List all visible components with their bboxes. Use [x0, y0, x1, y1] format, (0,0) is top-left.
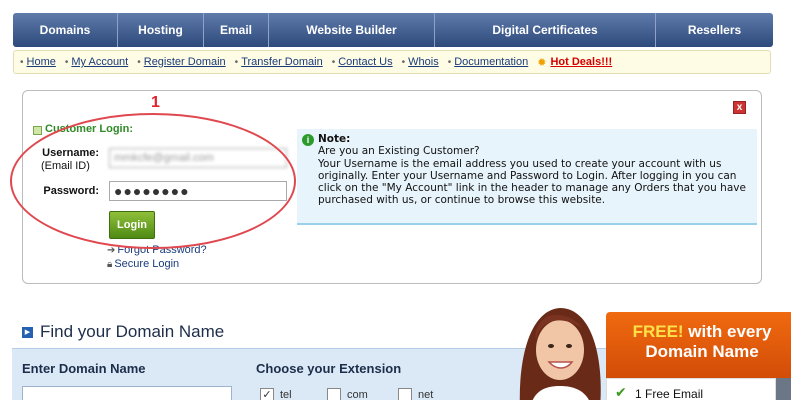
subnav-link-whois[interactable]: Whois: [408, 56, 439, 68]
subnav-link-home[interactable]: Home: [27, 56, 56, 68]
username-sublabel: (Email ID): [41, 160, 90, 172]
extension-option-tel[interactable]: ✓ tel: [260, 388, 292, 400]
login-panel: x Customer Login: Username: (Email ID) m…: [22, 90, 762, 284]
promo-side-tab: [776, 378, 791, 400]
promo-card: ✔ 1 Free Email: [606, 378, 776, 400]
forgot-password-link[interactable]: Forgot Password?: [117, 244, 206, 256]
note-line-1: Are you an Existing Customer?: [318, 145, 480, 158]
info-icon: i: [302, 134, 314, 146]
subnav-link-contact-us[interactable]: Contact Us: [338, 56, 392, 68]
subnav-item-contact-us: • Contact Us: [332, 56, 393, 68]
hot-deals-link[interactable]: Hot Deals!!!: [550, 56, 612, 68]
login-button[interactable]: Login: [109, 211, 155, 239]
close-icon[interactable]: x: [733, 101, 746, 114]
checkmark-icon: ✔: [615, 385, 627, 400]
extension-checkbox-net[interactable]: [398, 388, 412, 400]
extension-option-com[interactable]: com: [327, 388, 368, 400]
annotation-number: 1: [151, 94, 160, 111]
password-label: Password:: [43, 185, 99, 197]
bullet-icon: •: [20, 56, 24, 68]
note-title: Note:: [318, 133, 351, 145]
username-label: Username:: [42, 147, 99, 159]
arrow-right-icon: ➔: [107, 244, 116, 256]
sub-nav: • Home • My Account • Register Domain • Tran…: [13, 50, 771, 74]
promo-item: 1 Free Email: [635, 387, 704, 400]
subnav-link-my-account[interactable]: My Account: [71, 56, 128, 68]
domain-name-input[interactable]: [22, 386, 232, 400]
bullet-icon: •: [137, 56, 141, 68]
choose-extension-label: Choose your Extension: [256, 361, 402, 376]
secure-login-link[interactable]: Secure Login: [114, 258, 179, 270]
bullet-icon: •: [401, 56, 406, 68]
extension-checkbox-tel[interactable]: ✓: [260, 388, 274, 400]
customer-login-title: Customer Login:: [33, 123, 133, 135]
note-line-2: Your Username is the email address you u…: [318, 157, 746, 207]
subnav-item-hot-deals: ✹ Hot Deals!!!: [537, 56, 612, 69]
extension-label-net: net: [418, 389, 434, 400]
extension-checkbox-com[interactable]: [327, 388, 341, 400]
customer-login-label: Customer Login:: [45, 123, 133, 135]
username-input[interactable]: mmkcfe@gmail.com: [109, 148, 287, 168]
bullet-icon: •: [331, 56, 336, 68]
subnav-item-whois: • Whois: [402, 56, 439, 68]
padlock-icon: 🔒︎: [107, 258, 113, 270]
promo-free: FREE!: [632, 322, 684, 341]
extension-label-tel: tel: [280, 389, 292, 400]
subnav-item-register-domain: • Register Domain: [137, 56, 225, 68]
bullet-icon: •: [64, 56, 69, 68]
promo-title: FREE! with every Domain Name: [612, 322, 792, 362]
subnav-link-transfer-domain[interactable]: Transfer Domain: [241, 56, 323, 68]
bullet-icon: •: [447, 56, 452, 68]
subnav-link-register-domain[interactable]: Register Domain: [144, 56, 226, 68]
secure-login-row: 🔒︎ Secure Login: [107, 258, 179, 270]
nav-tab-domains[interactable]: Domains: [13, 13, 118, 47]
subnav-item-transfer-domain: • Transfer Domain: [235, 56, 323, 68]
subnav-link-documentation[interactable]: Documentation: [454, 56, 528, 68]
nav-tab-digital-certificates[interactable]: Digital Certificates: [435, 13, 656, 47]
forgot-password-row: ➔ Forgot Password?: [107, 244, 207, 256]
page: Domains Hosting Email Website Builder Di…: [0, 0, 800, 400]
enter-domain-label: Enter Domain Name: [22, 361, 146, 376]
find-domain-title: Find your Domain Name: [40, 322, 225, 341]
extension-label-com: com: [347, 389, 368, 400]
nav-tab-email[interactable]: Email: [204, 13, 269, 47]
extension-option-net[interactable]: net: [398, 388, 433, 400]
play-icon: ▶: [22, 326, 33, 338]
sun-icon: ✹: [537, 56, 547, 69]
nav-tab-website-builder[interactable]: Website Builder: [269, 13, 435, 47]
password-input[interactable]: ●●●●●●●●: [109, 181, 287, 201]
main-nav: Domains Hosting Email Website Builder Di…: [13, 13, 773, 47]
lock-icon: [33, 125, 42, 135]
note-box: i Note: Are you an Existing Customer? Yo…: [297, 129, 757, 225]
subnav-item-my-account: • My Account: [65, 56, 128, 68]
nav-tab-resellers[interactable]: Resellers: [656, 13, 773, 47]
subnav-item-documentation: • Documentation: [448, 56, 529, 68]
subnav-item-home: • Home: [20, 56, 56, 68]
bullet-icon: •: [234, 56, 239, 68]
find-domain-heading: ▶ Find your Domain Name: [22, 322, 224, 342]
smiling-woman-image: [519, 308, 601, 400]
promo-banner: FREE! with every Domain Name ✔ 1 Free Em…: [606, 312, 791, 400]
nav-tab-hosting[interactable]: Hosting: [118, 13, 204, 47]
